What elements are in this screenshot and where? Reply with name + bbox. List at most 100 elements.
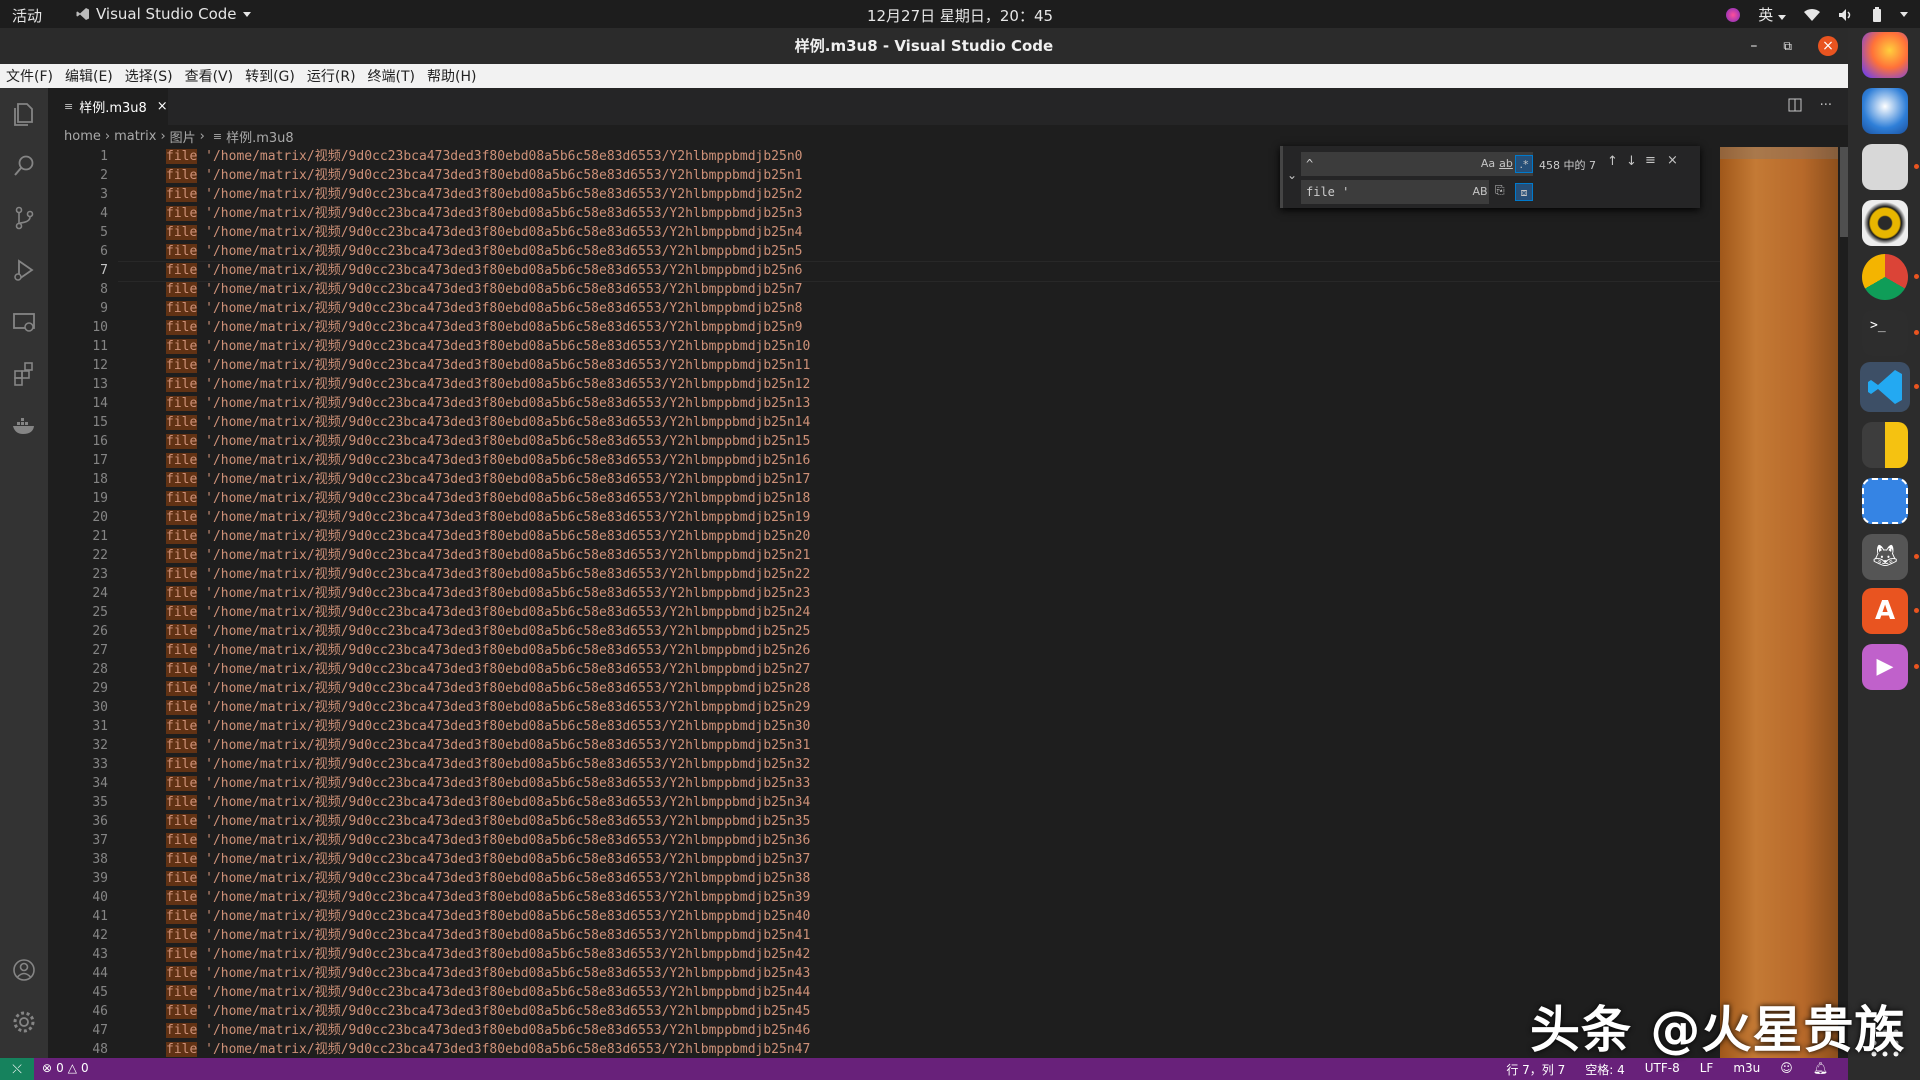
code-line[interactable]: file '/home/matrix/视频/9d0cc23bca473ded3f… <box>118 983 1718 1002</box>
wifi-icon[interactable] <box>1804 8 1820 22</box>
remote-indicator-icon[interactable]: ⤬ <box>0 1058 34 1080</box>
code-editor[interactable]: 1 2 3 4 5 6 7 8 9 10 11 12 13 14 15 16 17 18 19 20 21 22 23 24 2… <box>48 147 1848 1058</box>
code-line[interactable]: file '/home/matrix/视频/9d0cc23bca473ded3f… <box>118 945 1718 964</box>
code-line[interactable]: file '/home/matrix/视频/9d0cc23bca473ded3f… <box>118 1040 1718 1058</box>
system-tray[interactable]: 英 <box>1726 4 1908 25</box>
menu-edit[interactable]: 编辑(E) <box>65 66 113 86</box>
code-line[interactable]: file '/home/matrix/视频/9d0cc23bca473ded3f… <box>118 356 1718 375</box>
notifications-bell-icon[interactable]: 🔔︎ <box>1813 1061 1828 1078</box>
menu-go[interactable]: 转到(G) <box>245 66 295 86</box>
close-window-icon[interactable]: × <box>1818 36 1838 56</box>
code-line[interactable]: file '/home/matrix/视频/9d0cc23bca473ded3f… <box>118 470 1718 489</box>
explorer-icon[interactable] <box>10 100 38 128</box>
code-line[interactable]: file '/home/matrix/视频/9d0cc23bca473ded3f… <box>118 888 1718 907</box>
split-editor-icon[interactable] <box>1788 98 1802 112</box>
whole-word-option[interactable]: ab <box>1497 155 1515 173</box>
breadcrumb-item[interactable]: matrix <box>114 129 156 144</box>
restore-icon[interactable]: ⧉ <box>1783 28 1792 64</box>
code-line[interactable]: file '/home/matrix/视频/9d0cc23bca473ded3f… <box>118 641 1718 660</box>
replace-input[interactable]: file ' <box>1301 180 1489 204</box>
tab-file[interactable]: ≡ 样例.m3u8 × <box>48 88 168 125</box>
cursor-position[interactable]: 行 7，列 7 <box>1506 1061 1565 1078</box>
search-icon[interactable] <box>10 152 38 180</box>
volume-icon[interactable] <box>1838 8 1854 22</box>
menu-run[interactable]: 运行(R) <box>307 66 356 86</box>
source-control-icon[interactable] <box>10 204 38 232</box>
code-line[interactable]: file '/home/matrix/视频/9d0cc23bca473ded3f… <box>118 755 1718 774</box>
previous-match-icon[interactable]: ↑ <box>1607 154 1618 169</box>
activities-button[interactable]: 活动 <box>12 5 42 26</box>
code-line[interactable]: file '/home/matrix/视频/9d0cc23bca473ded3f… <box>118 812 1718 831</box>
firefox-icon[interactable] <box>1862 32 1908 78</box>
code-line[interactable]: file '/home/matrix/视频/9d0cc23bca473ded3f… <box>118 565 1718 584</box>
code-line[interactable]: file '/home/matrix/视频/9d0cc23bca473ded3f… <box>118 432 1718 451</box>
minimize-icon[interactable]: – <box>1750 28 1757 64</box>
code-line[interactable]: file '/home/matrix/视频/9d0cc23bca473ded3f… <box>118 337 1718 356</box>
battery-icon[interactable] <box>1872 6 1882 23</box>
software-center-icon[interactable]: A <box>1862 588 1908 634</box>
thunderbird-icon[interactable] <box>1862 88 1908 134</box>
feedback-icon[interactable]: ☺ <box>1780 1061 1793 1078</box>
code-line[interactable]: file '/home/matrix/视频/9d0cc23bca473ded3f… <box>118 508 1718 527</box>
code-line[interactable]: file '/home/matrix/视频/9d0cc23bca473ded3f… <box>118 261 1758 282</box>
code-line[interactable]: file '/home/matrix/视频/9d0cc23bca473ded3f… <box>118 1002 1718 1021</box>
calculator-icon[interactable] <box>1862 422 1908 468</box>
code-line[interactable]: file '/home/matrix/视频/9d0cc23bca473ded3f… <box>118 394 1718 413</box>
code-line[interactable]: file '/home/matrix/视频/9d0cc23bca473ded3f… <box>118 622 1718 641</box>
accounts-icon[interactable] <box>10 956 38 984</box>
code-line[interactable]: file '/home/matrix/视频/9d0cc23bca473ded3f… <box>118 926 1718 945</box>
files-icon[interactable] <box>1862 144 1908 190</box>
more-actions-icon[interactable]: ··· <box>1820 98 1832 113</box>
vertical-scrollbar[interactable] <box>1838 147 1848 1058</box>
code-line[interactable]: file '/home/matrix/视频/9d0cc23bca473ded3f… <box>118 489 1718 508</box>
code-line[interactable]: file '/home/matrix/视频/9d0cc23bca473ded3f… <box>118 1021 1718 1040</box>
code-line[interactable]: file '/home/matrix/视频/9d0cc23bca473ded3f… <box>118 603 1718 622</box>
remote-explorer-icon[interactable] <box>10 308 38 336</box>
breadcrumb-item[interactable]: 图片 <box>170 127 196 146</box>
menu-selection[interactable]: 选择(S) <box>125 66 173 86</box>
code-line[interactable]: file '/home/matrix/视频/9d0cc23bca473ded3f… <box>118 527 1718 546</box>
code-line[interactable]: file '/home/matrix/视频/9d0cc23bca473ded3f… <box>118 850 1718 869</box>
end-of-line[interactable]: LF <box>1700 1061 1714 1078</box>
code-line[interactable]: file '/home/matrix/视频/9d0cc23bca473ded3f… <box>118 318 1718 337</box>
code-line[interactable]: file '/home/matrix/视频/9d0cc23bca473ded3f… <box>118 907 1718 926</box>
scrollbar-thumb[interactable] <box>1840 147 1848 237</box>
settings-gear-icon[interactable] <box>10 1008 38 1036</box>
replace-all-icon[interactable]: ⧈ <box>1515 183 1533 201</box>
find-in-selection-icon[interactable]: ≡ <box>1645 153 1656 168</box>
menu-view[interactable]: 查看(V) <box>185 66 234 86</box>
code-line[interactable]: file '/home/matrix/视频/9d0cc23bca473ded3f… <box>118 299 1718 318</box>
code-line[interactable]: file '/home/matrix/视频/9d0cc23bca473ded3f… <box>118 869 1718 888</box>
docker-icon[interactable] <box>10 412 38 440</box>
code-line[interactable]: file '/home/matrix/视频/9d0cc23bca473ded3f… <box>118 717 1718 736</box>
terminal-icon[interactable]: >_ <box>1862 310 1908 356</box>
problems-indicator[interactable]: ⊗ 0 △ 0 <box>42 1061 89 1075</box>
vscode-icon[interactable] <box>1860 362 1910 412</box>
video-player-icon[interactable]: ▶ <box>1862 644 1908 690</box>
clock[interactable]: 12月27日 星期日，20：45 <box>867 7 1053 25</box>
toggle-replace-chevron-icon[interactable]: ⌄ <box>1287 168 1297 182</box>
replace-one-icon[interactable]: ⎘ <box>1495 183 1505 198</box>
code-line[interactable]: file '/home/matrix/视频/9d0cc23bca473ded3f… <box>118 964 1718 983</box>
code-line[interactable]: file '/home/matrix/视频/9d0cc23bca473ded3f… <box>118 698 1718 717</box>
chrome-icon[interactable] <box>1862 254 1908 300</box>
code-line[interactable]: file '/home/matrix/视频/9d0cc23bca473ded3f… <box>118 223 1718 242</box>
run-debug-icon[interactable] <box>10 256 38 284</box>
code-line[interactable]: file '/home/matrix/视频/9d0cc23bca473ded3f… <box>118 679 1718 698</box>
code-line[interactable]: file '/home/matrix/视频/9d0cc23bca473ded3f… <box>118 736 1718 755</box>
code-line[interactable]: file '/home/matrix/视频/9d0cc23bca473ded3f… <box>118 242 1718 261</box>
code-lines[interactable]: file '/home/matrix/视频/9d0cc23bca473ded3f… <box>118 147 1758 1058</box>
menu-file[interactable]: 文件(F) <box>6 66 53 86</box>
preserve-case-option[interactable]: AB <box>1471 183 1489 201</box>
code-line[interactable]: file '/home/matrix/视频/9d0cc23bca473ded3f… <box>118 793 1718 812</box>
screenshot-icon[interactable] <box>1862 478 1908 524</box>
code-line[interactable]: file '/home/matrix/视频/9d0cc23bca473ded3f… <box>118 451 1718 470</box>
code-line[interactable]: file '/home/matrix/视频/9d0cc23bca473ded3f… <box>118 774 1718 793</box>
gimp-icon[interactable]: 🦊︎ <box>1862 534 1908 580</box>
breadcrumb-item[interactable]: 样例.m3u8 <box>226 127 294 146</box>
breadcrumb-item[interactable]: home <box>64 129 101 144</box>
color-indicator-icon[interactable] <box>1726 7 1741 22</box>
code-line[interactable]: file '/home/matrix/视频/9d0cc23bca473ded3f… <box>118 831 1718 850</box>
code-line[interactable]: file '/home/matrix/视频/9d0cc23bca473ded3f… <box>118 280 1718 299</box>
menu-help[interactable]: 帮助(H) <box>427 66 476 86</box>
